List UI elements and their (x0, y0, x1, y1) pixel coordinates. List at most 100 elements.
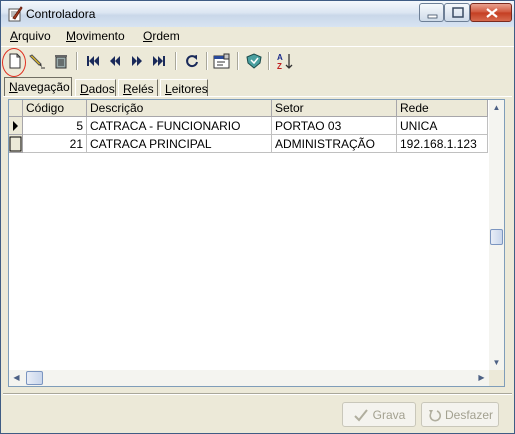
tab-dados-label: ados (88, 82, 115, 96)
tab-navegacao-mnemonic: N (9, 80, 18, 94)
next-record-button[interactable] (127, 51, 147, 71)
tab-dados[interactable]: Dados (75, 79, 116, 97)
tab-reles-mnemonic: R (123, 82, 132, 96)
table-row[interactable]: 5 CATRACA - FUNCIONARIO PORTAO 03 UNICA (9, 117, 488, 135)
minimize-icon (427, 14, 438, 19)
cell-descricao[interactable]: CATRACA - FUNCIONARIO (87, 117, 272, 135)
undo-icon (428, 409, 441, 421)
save-button[interactable]: Grava (342, 402, 416, 427)
cell-codigo[interactable]: 21 (23, 135, 87, 153)
grid-header: Código Descrição Setor Rede (9, 100, 488, 117)
row-indicator (9, 135, 23, 153)
save-button-label: Grava (372, 407, 406, 422)
previous-record-button[interactable] (105, 51, 125, 71)
security-button[interactable] (244, 51, 264, 71)
new-button[interactable] (5, 51, 25, 71)
maximize-button[interactable] (444, 3, 470, 22)
scroll-right-icon[interactable]: ▶ (474, 370, 489, 385)
sort-button[interactable]: AZ (275, 51, 295, 71)
checkmark-icon (353, 408, 368, 421)
column-header-descricao[interactable]: Descrição (87, 100, 272, 117)
menu-movimento[interactable]: Movimento (66, 29, 125, 43)
menu-arquivo-mnemonic: A (10, 29, 19, 43)
delete-trash-icon (55, 55, 67, 69)
table-row[interactable]: 21 CATRACA PRINCIPAL ADMINISTRAÇÃO 192.1… (9, 135, 488, 153)
cell-codigo[interactable]: 5 (23, 117, 87, 135)
close-button[interactable] (470, 3, 512, 22)
edit-button[interactable] (27, 51, 47, 71)
tab-leitores[interactable]: Leitores (160, 79, 208, 97)
row-edit-marker-icon (9, 136, 22, 152)
scroll-left-icon[interactable]: ◀ (9, 370, 24, 385)
vertical-scroll-thumb[interactable] (490, 229, 503, 245)
first-record-button[interactable] (83, 51, 103, 71)
vertical-scrollbar[interactable]: ▲ ▼ (489, 100, 504, 370)
header-indicator (9, 100, 23, 117)
title-bar[interactable]: Controladora (1, 1, 514, 27)
scroll-up-icon[interactable]: ▲ (489, 100, 504, 115)
toolbar: AZ (1, 46, 514, 77)
menu-ordem[interactable]: Ordem (143, 29, 180, 43)
sort-az-icon: AZ (277, 53, 293, 70)
close-icon (486, 8, 498, 18)
undo-button[interactable]: Desfazer (421, 402, 499, 427)
maximize-icon (452, 7, 464, 18)
first-record-icon (87, 56, 99, 66)
refresh-button[interactable] (182, 51, 202, 71)
security-icon (246, 53, 262, 69)
column-header-codigo[interactable]: Código (23, 100, 87, 117)
main-window: Controladora Arquivo Movimento Ordem A Z… (0, 0, 515, 434)
records-grid[interactable]: Código Descrição Setor Rede 5 CATRACA - … (8, 99, 505, 387)
next-record-icon (132, 56, 142, 66)
tab-reles-label: elés (131, 82, 154, 96)
cell-descricao[interactable]: CATRACA PRINCIPAL (87, 135, 272, 153)
menu-arquivo[interactable]: Arquivo (10, 29, 51, 43)
horizontal-scroll-thumb[interactable] (26, 371, 43, 385)
row-pointer-icon (13, 121, 18, 131)
window-title: Controladora (26, 7, 96, 21)
cell-rede[interactable]: UNICA (397, 117, 488, 135)
previous-record-icon (110, 56, 120, 66)
refresh-icon (186, 55, 198, 68)
tab-navegacao-label: avegação (17, 80, 70, 94)
tab-panel-border (3, 96, 512, 97)
tab-leitores-mnemonic: L (165, 82, 172, 96)
bottom-divider (3, 393, 512, 395)
svg-text:A: A (277, 53, 283, 62)
current-row-indicator (9, 117, 23, 135)
svg-text:Z: Z (277, 62, 282, 70)
cell-rede[interactable]: 192.168.1.123 (397, 135, 488, 153)
properties-icon (213, 53, 230, 69)
tab-dados-mnemonic: D (80, 82, 89, 96)
menu-ordem-mnemonic: O (143, 29, 153, 43)
last-record-button[interactable] (149, 51, 169, 71)
menu-bar: Arquivo Movimento Ordem (1, 27, 514, 46)
toolbar-separator (206, 52, 208, 70)
tab-leitores-label: eitores (171, 82, 208, 96)
last-record-icon (153, 56, 165, 66)
menu-ordem-label: rdem (152, 29, 180, 43)
properties-button[interactable] (212, 51, 232, 71)
scrollbar-corner (489, 370, 504, 386)
toolbar-separator (175, 52, 177, 70)
tab-strip: Navegação Dados Relés Leitores (1, 77, 514, 97)
edit-pencil-icon (29, 54, 45, 69)
cell-setor[interactable]: PORTAO 03 (272, 117, 397, 135)
horizontal-scrollbar[interactable]: ◀ ▶ (9, 370, 489, 386)
menu-movimento-mnemonic: M (66, 29, 76, 43)
cell-setor[interactable]: ADMINISTRAÇÃO (272, 135, 397, 153)
delete-button[interactable] (51, 51, 71, 71)
minimize-button[interactable] (419, 3, 444, 22)
column-header-setor[interactable]: Setor (272, 100, 397, 117)
new-document-icon (9, 53, 21, 69)
tab-reles[interactable]: Relés (118, 79, 158, 97)
scroll-down-icon[interactable]: ▼ (489, 355, 504, 370)
menu-movimento-label: ovimento (76, 29, 125, 43)
tab-navegacao[interactable]: Navegação (4, 77, 72, 97)
toolbar-separator (268, 52, 270, 70)
toolbar-separator (237, 52, 239, 70)
column-header-rede[interactable]: Rede (397, 100, 488, 117)
app-icon (8, 6, 23, 22)
menu-arquivo-label: rquivo (18, 29, 51, 43)
toolbar-separator (76, 52, 78, 70)
